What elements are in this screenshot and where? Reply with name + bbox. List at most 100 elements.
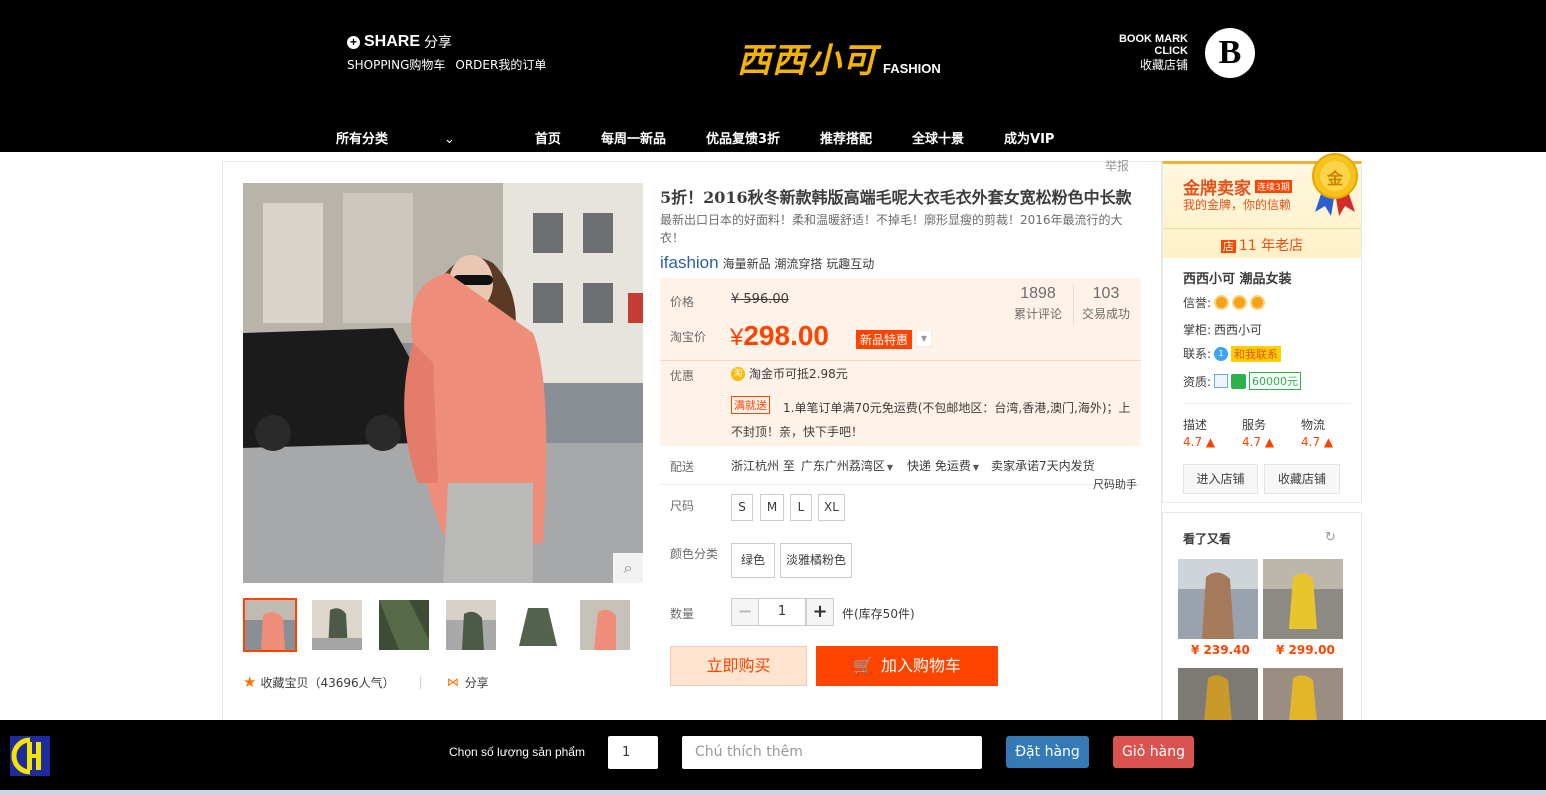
guarantee-amount[interactable]: 60000元 [1249,372,1302,390]
caret-down-icon: ▼ [972,463,979,472]
add-to-cart-button[interactable]: 🛒 加入购物车 [816,646,998,686]
size-option-s[interactable]: S [731,494,753,521]
recommended-item[interactable] [1178,559,1258,639]
ship-to-select[interactable]: 广东广州荔湾区 ▼ [801,457,893,474]
thumbnail[interactable] [243,598,297,652]
product-title: 5折！2016秋冬新款韩版高端毛呢大衣毛衣外套女宽松粉色中长款 [660,188,1132,207]
chevron-down-icon[interactable]: ▼ [916,330,932,347]
delivery-info: 浙江杭州 至 广东广州荔湾区 ▼ 快递 免运费 ▼ 卖家承诺7天内发货 [731,457,1095,474]
divider [660,360,1141,361]
size-option-m[interactable]: M [760,494,784,521]
order-toolbar: Chọn số lượng sản phẩm 1 Chú thích thêm … [0,720,1546,790]
nav-home[interactable]: 首页 [535,128,561,147]
nav-weekly-new[interactable]: 每周一新品 [601,128,666,147]
app-logo[interactable] [10,736,50,776]
enter-shop-button[interactable]: 进入店铺 [1183,464,1258,494]
refresh-icon[interactable]: ↻ [1325,530,1336,545]
contact-label: 联系: [1183,347,1212,361]
recommended-item[interactable] [1178,668,1258,723]
add-to-cart-label: 加入购物车 [880,656,961,675]
zoom-icon[interactable]: ⌕ [613,553,643,583]
coin-icon: 淘 [731,366,745,381]
rating-value: 4.7 ▲ [1242,435,1275,449]
medal-text: 金 [1326,169,1343,188]
order-quantity-input[interactable]: 1 [608,736,658,769]
quantity-increase-button[interactable]: + [806,598,834,626]
share-link[interactable]: + SHARE 分享 [347,32,452,52]
thumbnail[interactable] [377,598,431,652]
shopping-cart-link[interactable]: SHOPPING购物车 [347,56,445,73]
favorite-shop-button[interactable]: 收藏店铺 [1264,464,1340,494]
color-label: 颜色分类 [670,547,719,561]
logo-text-en: FASHION [883,61,941,76]
qualification-row: 资质: 60000元 [1183,372,1302,390]
bookmark-line-2: CLICK [1154,45,1188,57]
logo-text-cn: 西西小可 [737,41,877,81]
free-shipping-promo: 1.单笔订单满70元免运费(不包邮地区：台湾,香港,澳门,海外)；上不封顶！亲，… [731,401,1131,439]
thumbnail[interactable] [310,598,364,652]
product-main-image[interactable] [243,183,643,583]
size-helper-link[interactable]: 尺码助手 [1093,476,1137,492]
thumbnail[interactable] [511,598,565,652]
main-nav: 所有分类 ⌄ 首页 每周一新品 优品复馈3折 推荐搭配 全球十景 成为VIP [336,128,1094,147]
price-label: 价格 [670,295,695,309]
divider [1183,403,1351,404]
caret-down-icon: ▼ [886,463,893,472]
recommended-item[interactable] [1263,559,1343,639]
buy-now-button[interactable]: 立即购买 [670,646,807,686]
rating-description: 描述 4.7 ▲ [1183,416,1215,449]
share-item-link[interactable]: 分享 [465,674,489,691]
my-orders-link[interactable]: ORDER我的订单 [455,56,546,73]
rating-label: 物流 [1301,418,1326,432]
nav-sale[interactable]: 优品复馈3折 [706,128,780,147]
crown-icon [1250,295,1266,310]
bookmark-link[interactable]: BOOK MARK CLICK 收藏店铺 [1119,33,1188,71]
also-viewed-panel: 看了又看 ↻ ¥ 239.40 ¥ 299.00 [1162,512,1362,723]
ifashion-tags: 海量新品 潮流穿搭 玩趣互动 [722,257,875,271]
price-badge: 新品特惠 [856,330,913,349]
quantity-decrease-button[interactable]: − [731,598,759,626]
color-option-pink[interactable]: 淡雅橘粉色 [780,543,852,578]
size-option-xl[interactable]: XL [818,494,845,521]
seller-panel: 金牌卖家 连续3期 我的金牌，你的信赖 金 店 11 年老店 西西小可 潮品女装 … [1162,153,1362,503]
cart-button[interactable]: Giỏ hàng [1113,736,1194,768]
report-link[interactable]: 举报 [1105,157,1129,174]
certificate-icon[interactable] [1214,374,1229,388]
quantity-input[interactable]: 1 [758,598,806,626]
brand-b-logo[interactable]: B [1205,28,1255,78]
size-option-l[interactable]: L [790,494,812,521]
nav-all-categories[interactable]: 所有分类 ⌄ [336,128,495,147]
ship-method-select[interactable]: 快递 免运费 ▼ [907,457,979,474]
recommended-item[interactable] [1263,668,1343,723]
nav-recommended[interactable]: 推荐搭配 [820,128,872,147]
shop-links: SHOPPING购物车 ORDER我的订单 [347,56,546,73]
shop-header: + SHARE 分享 SHOPPING购物车 ORDER我的订单 西西小可 FA… [0,0,1546,152]
product-subtitle: 最新出口日本的好面料！柔和温暖舒适！不掉毛！廓形显瘦的剪裁！2016年最流行的大… [660,213,1123,245]
nav-become-vip[interactable]: 成为VIP [1004,128,1054,147]
nav-global-scenes[interactable]: 全球十景 [912,128,964,147]
ifashion-banner[interactable]: ifashion 海量新品 潮流穿搭 玩趣互动 [660,253,874,273]
reviews-stat[interactable]: 1898 累计评论 [1014,285,1062,322]
shop-icon: 店 [1220,240,1236,253]
keeper-name[interactable]: 西西小可 [1214,321,1262,338]
crown-icon [1214,295,1230,310]
contact-seller-button[interactable]: 和我联系 [1231,345,1282,362]
star-icon: ★ [243,673,257,691]
order-note-input[interactable]: Chú thích thêm [682,736,982,769]
place-order-button[interactable]: Đặt hàng [1006,736,1089,768]
current-price: ¥298.00 [730,320,829,352]
sales-stat: 103 交易成功 [1082,285,1130,322]
color-option-green[interactable]: 绿色 [731,543,775,578]
share-icon: ⋈ [446,675,459,689]
promo-badge: 满就送 [731,396,770,414]
cart-icon: 🛒 [853,656,873,675]
thumbnail[interactable] [578,598,632,652]
shop-age-text: 11 年老店 [1238,238,1304,254]
shop-logo[interactable]: 西西小可 FASHION [737,33,941,82]
favorite-item-link[interactable]: 收藏宝贝（43696人气） [260,674,394,691]
thumbnail[interactable] [444,598,498,652]
bookmark-line-1: BOOK MARK [1118,33,1188,45]
gold-medal-icon: 金 [1311,152,1359,218]
shop-name[interactable]: 西西小可 潮品女装 [1183,268,1292,287]
thumbnail-strip [243,598,632,652]
